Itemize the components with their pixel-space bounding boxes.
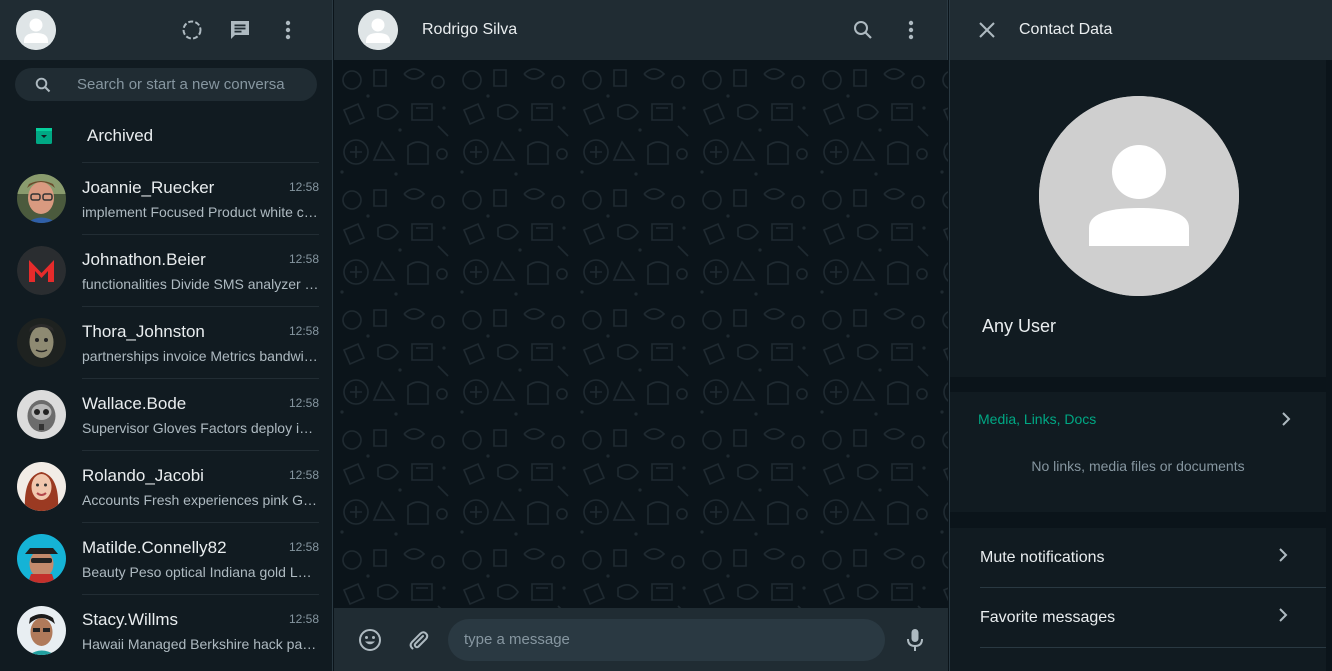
new-chat-icon[interactable] [228, 18, 252, 42]
avatar [17, 245, 66, 295]
archive-icon [36, 128, 52, 144]
chat-item[interactable]: Johnathon.Beier 12:58 functionalities Di… [0, 234, 332, 306]
profile-name: Any User [982, 316, 1057, 336]
message-composer [334, 608, 948, 671]
search-box [15, 68, 317, 101]
profile-avatar[interactable] [1039, 96, 1239, 296]
contact-avatar[interactable] [358, 10, 398, 50]
left-header [0, 0, 332, 60]
status-icon[interactable] [180, 18, 204, 42]
default-user-icon [16, 10, 56, 50]
chat-list: Joannie_Ruecker 12:58 implement Focused … [0, 162, 332, 666]
contact-info-panel: Contact Data Any User Media, Links, Docs… [949, 0, 1332, 671]
chat-preview: Beauty Peso optical Indiana gold Loan [82, 563, 319, 580]
contact-info-header: Contact Data [950, 0, 1332, 60]
chat-name: Johnathon.Beier [82, 249, 206, 269]
default-user-icon [1039, 96, 1239, 296]
chat-item[interactable]: Thora_Johnston 12:58 partnerships invoic… [0, 306, 332, 378]
close-icon[interactable] [975, 18, 999, 42]
conversation-header[interactable]: Rodrigo Silva [334, 0, 948, 60]
doodle-pattern [334, 60, 948, 608]
chat-time: 12:58 [288, 612, 319, 626]
chat-time: 12:58 [288, 252, 319, 266]
panel-title: Contact Data [1019, 21, 1113, 38]
avatar [17, 461, 66, 511]
message-input[interactable] [464, 631, 864, 648]
chat-name: Matilde.Connelly82 [82, 537, 227, 557]
message-box [448, 618, 885, 661]
whatsapp-app: Archived Joa [0, 0, 1332, 671]
chat-item[interactable]: Matilde.Connelly82 12:58 Beauty Peso opt… [0, 522, 332, 594]
favorite-messages-row[interactable]: Favorite messages [980, 588, 1326, 648]
chat-preview: partnerships invoice Metrics bandwidth b… [82, 347, 319, 364]
chat-item[interactable]: Stacy.Willms 12:58 Hawaii Managed Berksh… [0, 594, 332, 666]
chat-name: Wallace.Bode [82, 393, 187, 413]
option-label: Favorite messages [980, 608, 1116, 626]
chat-time: 12:58 [288, 468, 319, 482]
archived-label: Archived [87, 126, 154, 145]
chat-name: Stacy.Willms [82, 609, 179, 629]
chat-name: Joannie_Ruecker [82, 177, 215, 197]
chat-name: Thora_Johnston [82, 321, 205, 341]
chat-time: 12:58 [288, 396, 319, 410]
avatar [17, 533, 66, 583]
profile-card: Any User [950, 60, 1326, 377]
chat-item[interactable]: Rolando_Jacobi 12:58 Accounts Fresh expe… [0, 450, 332, 522]
menu-icon[interactable] [276, 18, 300, 42]
chat-preview: functionalities Divide SMS analyzer Plas… [82, 275, 319, 292]
search-bar [0, 60, 332, 110]
default-user-icon [358, 10, 398, 50]
microphone-icon[interactable] [903, 628, 927, 652]
contact-name: Rodrigo Silva [422, 21, 518, 38]
chat-time: 12:58 [288, 324, 319, 338]
chat-item[interactable]: Wallace.Bode 12:58 Supervisor Gloves Fac… [0, 378, 332, 450]
chat-time: 12:58 [288, 540, 319, 554]
media-section: Media, Links, Docs No links, media files… [950, 392, 1326, 512]
my-avatar[interactable] [16, 10, 56, 50]
chat-preview: Accounts Fresh experiences pink Granite [82, 491, 319, 508]
chat-preview: Supervisor Gloves Factors deploy interfa… [82, 419, 319, 436]
menu-icon[interactable] [899, 18, 923, 42]
chevron-right-icon [1274, 606, 1292, 629]
chat-preview: Hawaii Managed Berkshire hack payment [82, 635, 319, 652]
avatar [17, 173, 66, 223]
search-icon [35, 77, 51, 92]
avatar [17, 317, 66, 367]
archived-row[interactable]: Archived [0, 110, 332, 162]
chat-wallpaper [334, 60, 948, 608]
search-messages-icon[interactable] [851, 18, 875, 42]
emoji-icon[interactable] [358, 628, 382, 652]
media-empty-text: No links, media files or documents [1031, 458, 1245, 474]
chat-list-panel: Archived Joa [0, 0, 333, 671]
chevron-right-icon [1274, 546, 1292, 569]
avatar [17, 389, 66, 439]
chat-name: Rolando_Jacobi [82, 465, 204, 485]
media-links-docs-link[interactable]: Media, Links, Docs [978, 411, 1096, 427]
chat-time: 12:58 [288, 180, 319, 194]
attach-icon[interactable] [406, 628, 430, 652]
chat-item[interactable]: Joannie_Ruecker 12:58 implement Focused … [0, 162, 332, 234]
option-label: Mute notifications [980, 548, 1105, 566]
avatar [17, 605, 66, 655]
chevron-right-icon[interactable] [1277, 410, 1295, 433]
chat-preview: implement Focused Product white cohesive [82, 203, 319, 220]
options-section: Mute notifications Favorite messages [950, 528, 1326, 671]
conversation-panel: Rodrigo Silva [334, 0, 948, 671]
search-input[interactable] [77, 76, 287, 93]
mute-notifications-row[interactable]: Mute notifications [980, 528, 1326, 588]
